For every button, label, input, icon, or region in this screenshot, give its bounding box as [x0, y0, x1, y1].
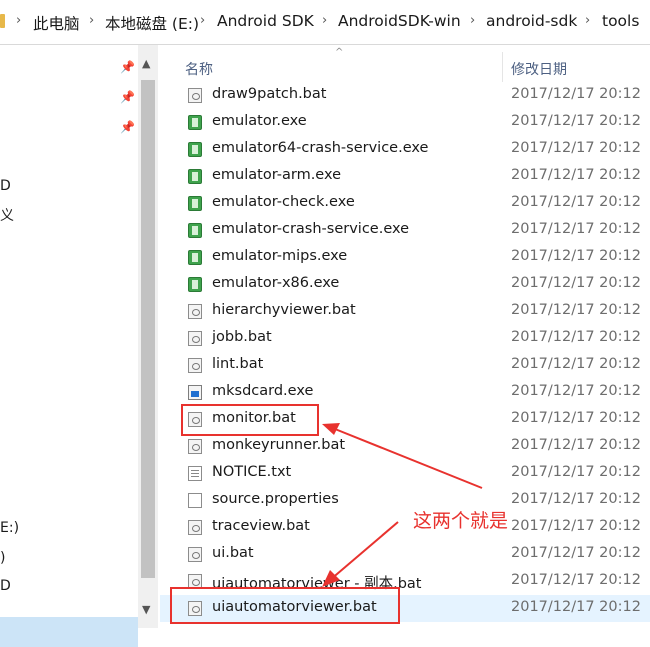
- arrow-line: [329, 521, 399, 581]
- annotation-arrows: [322, 423, 483, 587]
- arrow-line: [329, 426, 483, 489]
